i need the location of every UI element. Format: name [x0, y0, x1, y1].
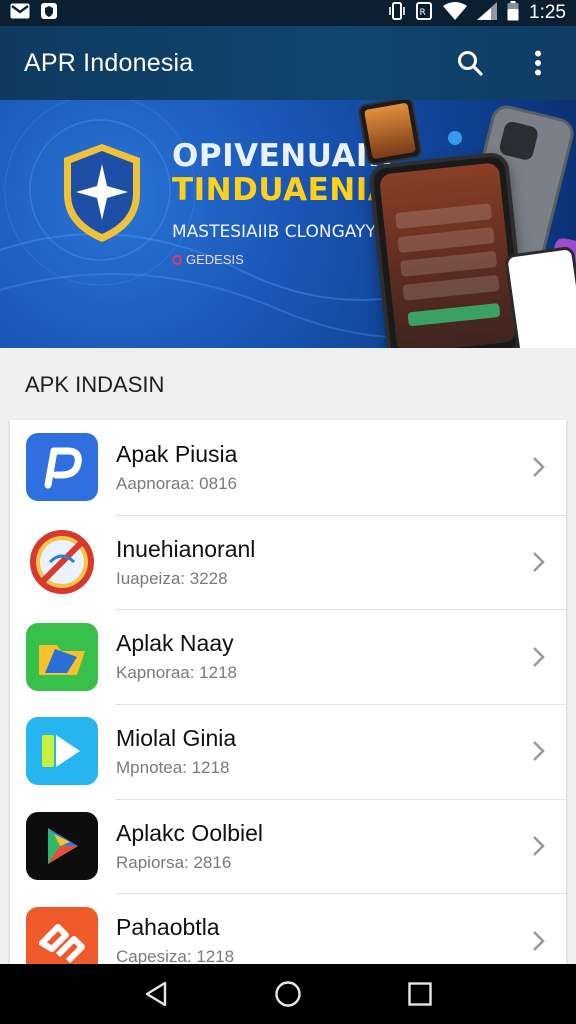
home-icon	[275, 981, 301, 1007]
phone-image-main	[367, 151, 529, 348]
back-icon	[145, 981, 167, 1007]
more-vert-icon	[535, 50, 541, 76]
status-time: 1:25	[529, 2, 566, 23]
app-name: Pahaobtla	[116, 914, 220, 941]
battery-icon	[507, 0, 519, 26]
app-meta: Kapnoraa: 1218	[116, 663, 237, 683]
diamond-icon	[26, 906, 98, 968]
back-button[interactable]	[136, 974, 176, 1014]
shield-logo-icon	[64, 144, 140, 242]
status-bar: R 1:25	[0, 0, 576, 26]
vibrate-icon	[389, 1, 405, 25]
search-button[interactable]	[456, 49, 484, 77]
banner-tag: GEDESIS	[172, 252, 244, 267]
banner-subtitle: MASTESIAIIB CLONGAYY	[172, 222, 376, 242]
folder-icon	[26, 622, 98, 691]
app-meta: Mpnotea: 1218	[116, 757, 230, 777]
signal-icon	[477, 1, 498, 25]
svg-text:R: R	[420, 8, 426, 18]
phone-image-small	[357, 100, 423, 167]
app-meta: Rapiorsa: 2816	[116, 852, 232, 872]
list-item[interactable]: Aplakc Oolbiel Rapiorsa: 2816	[10, 798, 566, 894]
play-icon	[26, 717, 98, 786]
list-item[interactable]: Apak Piusia Aapnoraa: 0816	[10, 420, 566, 515]
list-item[interactable]: Inuehianoranl Iuapeiza: 3228	[10, 514, 566, 610]
home-button[interactable]	[268, 974, 308, 1014]
list-item[interactable]: Miolal Ginia Mpnotea: 1218	[10, 704, 566, 799]
shield-notification-icon	[40, 2, 58, 25]
phone-image-right	[503, 245, 576, 348]
tag-dot-icon	[172, 254, 182, 265]
app-meta: Iuapeiza: 3228	[116, 568, 228, 588]
section-title: APK INDASIN	[25, 372, 165, 397]
promo-banner[interactable]: OPIVENUAIK TINDUAENIAI MASTESIAIIB CLONG…	[0, 100, 576, 348]
navigation-bar	[0, 964, 576, 1024]
chevron-right-icon	[533, 457, 545, 478]
chevron-right-icon	[533, 930, 545, 951]
app-name: Aplakc Oolbiel	[116, 819, 264, 846]
chevron-right-icon	[533, 646, 545, 667]
app-name: Apak Piusia	[116, 440, 238, 467]
sim-icon: R	[415, 1, 433, 25]
app-name: Aplak Naay	[116, 630, 234, 657]
app-name: Miolal Ginia	[116, 724, 237, 751]
chevron-right-icon	[533, 552, 545, 572]
banner-tag-text: GEDESIS	[186, 252, 244, 267]
list-item[interactable]: Pahaobtla Capesiza: 1218	[10, 893, 566, 968]
list-item[interactable]: Aplak Naay Kapnoraa: 1218	[10, 609, 566, 704]
banner-headline-line1: OPIVENUAIK	[172, 138, 393, 174]
p-logo-icon	[26, 433, 98, 502]
gmail-icon	[10, 3, 30, 24]
recents-icon	[408, 982, 432, 1006]
wifi-icon	[443, 1, 468, 25]
no-sign-icon	[26, 528, 98, 596]
overflow-menu-button[interactable]	[524, 49, 552, 77]
recents-button[interactable]	[400, 974, 440, 1014]
search-icon	[458, 51, 483, 76]
app-bar: APR Indonesia	[0, 26, 576, 100]
play-store-icon	[26, 812, 98, 881]
chevron-right-icon	[533, 836, 545, 857]
app-list: Apak Piusia Aapnoraa: 0816 Inuehianoranl…	[10, 420, 566, 968]
app-name: Inuehianoranl	[116, 535, 256, 562]
app-title: APR Indonesia	[24, 48, 194, 77]
chevron-right-icon	[533, 741, 545, 762]
app-meta: Aapnoraa: 0816	[116, 473, 237, 493]
